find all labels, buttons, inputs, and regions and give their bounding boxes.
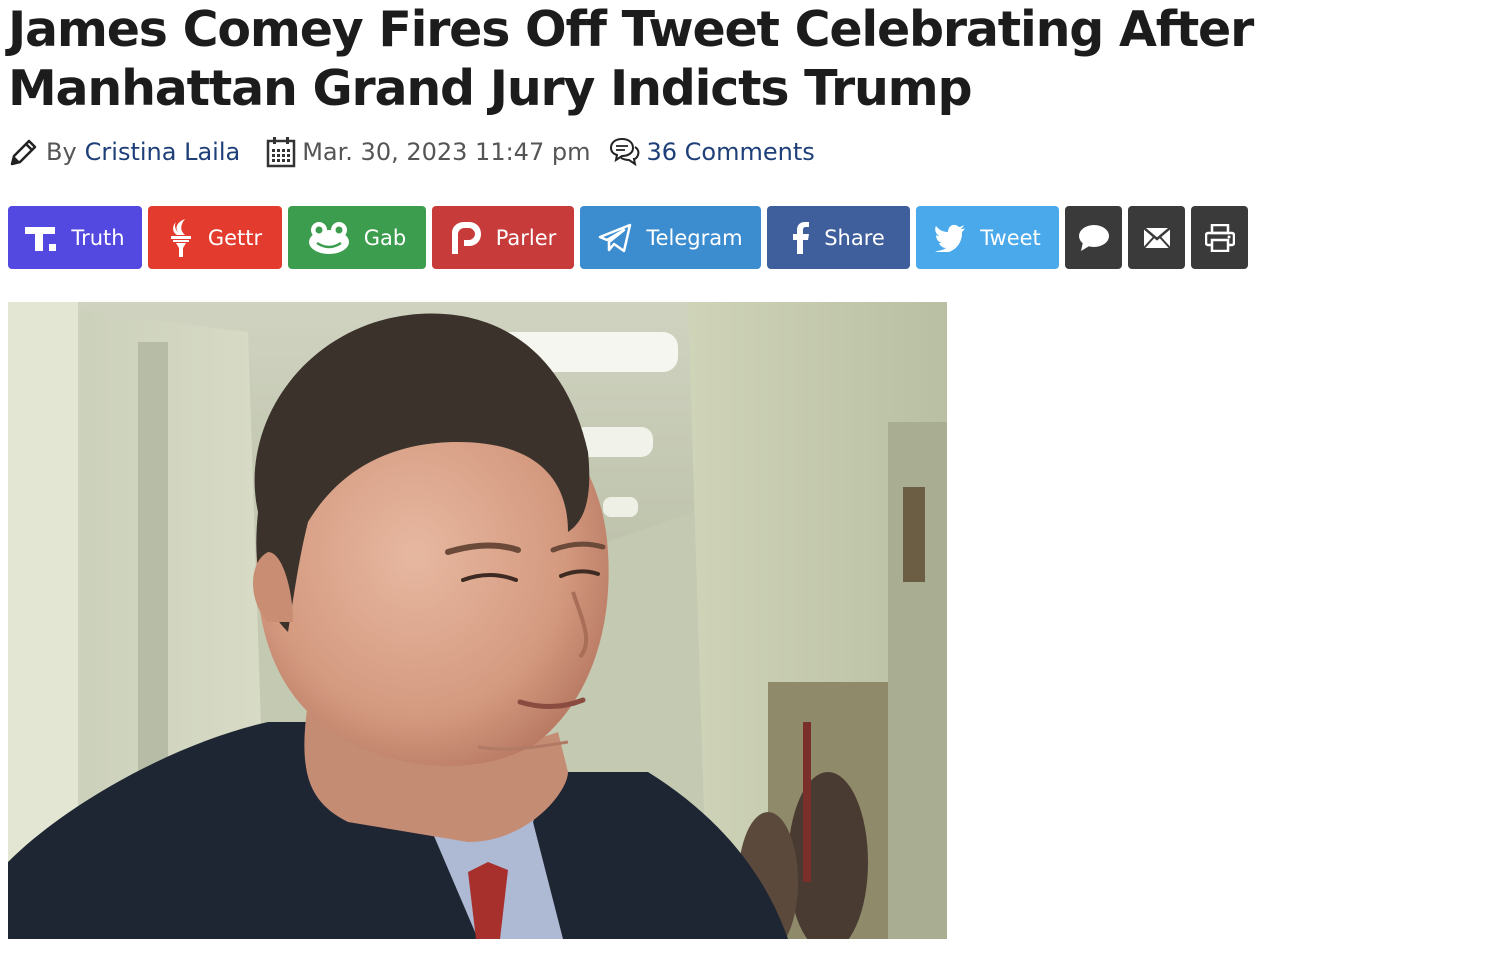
facebook-icon [792,221,810,254]
publish-date: Mar. 30, 2023 11:47 pm [266,136,590,168]
comments-icon [608,137,640,167]
telegram-plane-icon [598,223,632,253]
byline-prefix: By [46,138,77,166]
share-gab-button[interactable]: Gab [288,206,426,269]
twitter-bird-icon [934,224,966,252]
article-meta: By Cristina Laila Mar. 30, 2023 11:47 pm… [8,132,815,172]
comment-bubble-icon [1078,224,1110,252]
calendar-icon [266,136,296,168]
gettr-icon [168,218,194,258]
parler-icon [450,221,482,255]
share-parler-label: Parler [495,225,557,250]
truth-social-icon [25,223,57,253]
share-truth-label: Truth [71,225,125,250]
share-truth-button[interactable]: Truth [8,206,142,269]
share-email-button[interactable] [1128,206,1185,269]
share-gab-label: Gab [363,225,407,250]
share-buttons-bar: Truth Gettr Gab Parler Telegram Share Tw… [8,206,1248,269]
author-link[interactable]: Cristina Laila [85,138,241,166]
hero-photo [8,302,947,939]
pencil-icon [8,136,40,168]
share-print-button[interactable] [1191,206,1248,269]
share-parler-button[interactable]: Parler [432,206,574,269]
date-text: Mar. 30, 2023 11:47 pm [302,138,591,166]
print-icon [1204,223,1235,252]
share-twitter-label: Tweet [980,225,1041,250]
share-telegram-label: Telegram [646,225,743,250]
gab-frog-icon [308,221,350,255]
share-twitter-button[interactable]: Tweet [916,206,1059,269]
byline: By Cristina Laila [8,136,240,168]
article-headline: James Comey Fires Off Tweet Celebrating … [8,1,1254,117]
share-facebook-button[interactable]: Share [767,206,910,269]
share-telegram-button[interactable]: Telegram [580,206,761,269]
share-comment-button[interactable] [1065,206,1122,269]
comments-link[interactable]: 36 Comments [646,138,814,166]
email-icon [1143,227,1170,248]
comments-count: 36 Comments [608,137,815,167]
share-gettr-button[interactable]: Gettr [148,206,282,269]
share-gettr-label: Gettr [207,225,263,250]
share-facebook-label: Share [824,225,885,250]
hero-photo-illustration [8,302,947,939]
